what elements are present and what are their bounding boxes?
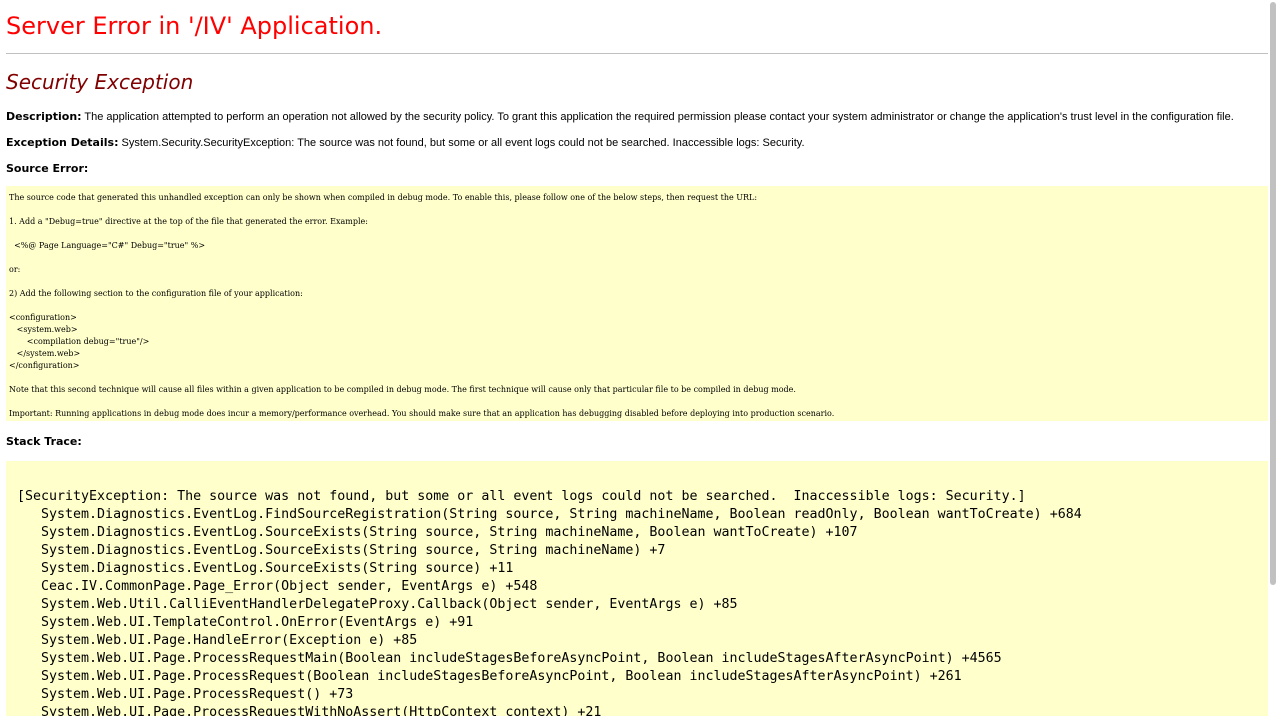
source-error-line: <configuration>	[9, 313, 77, 322]
stack-trace-line: System.Diagnostics.EventLog.SourceExists…	[17, 543, 666, 558]
page-title: Server Error in '/IV' Application.	[6, 12, 383, 40]
source-error-line: 2) Add the following section to the conf…	[9, 289, 303, 298]
source-error-line: </system.web>	[9, 349, 81, 358]
stack-trace-label: Stack Trace:	[6, 435, 82, 448]
stack-trace-line: System.Web.Util.CalliEventHandlerDelegat…	[17, 597, 738, 612]
source-error-line: <compilation debug="true"/>	[9, 337, 150, 346]
stack-trace-line: System.Web.UI.TemplateControl.OnError(Ev…	[17, 615, 474, 630]
stack-trace-line: System.Web.UI.Page.ProcessRequestMain(Bo…	[17, 651, 1002, 666]
stack-trace-line: System.Diagnostics.EventLog.SourceExists…	[17, 525, 858, 540]
description-label: Description:	[6, 110, 82, 123]
stack-trace-line: System.Web.UI.Page.ProcessRequest() +73	[17, 687, 354, 702]
source-error-line: Important: Running applications in debug…	[9, 409, 835, 418]
source-error-line: <system.web>	[9, 325, 78, 334]
stack-trace-line: System.Diagnostics.EventLog.SourceExists…	[17, 561, 514, 576]
stack-trace-line: System.Diagnostics.EventLog.FindSourceRe…	[17, 507, 1082, 522]
source-error-box: The source code that generated this unha…	[6, 186, 1268, 421]
error-page: Server Error in '/IV' Application. Secur…	[0, 0, 1268, 716]
stack-trace-box: [SecurityException: The source was not f…	[6, 461, 1268, 716]
stack-trace-line: System.Web.UI.Page.ProcessRequest(Boolea…	[17, 669, 962, 684]
stack-trace-line: System.Web.UI.Page.ProcessRequestWithNoA…	[17, 705, 602, 716]
source-error-line: The source code that generated this unha…	[9, 193, 758, 202]
source-error-line: 1. Add a "Debug=true" directive at the t…	[9, 217, 368, 226]
scrollbar-thumb[interactable]	[1270, 2, 1276, 585]
stack-trace-line: Ceac.IV.CommonPage.Page_Error(Object sen…	[17, 579, 538, 594]
source-error-line: </configuration>	[9, 361, 80, 370]
vertical-scrollbar[interactable]	[1268, 0, 1278, 716]
exception-details-label: Exception Details:	[6, 136, 119, 149]
source-error-line: or:	[9, 265, 21, 274]
source-error-line: <%@ Page Language="C#" Debug="true" %>	[9, 241, 206, 250]
title-divider	[6, 53, 1268, 54]
source-error-line: Note that this second technique will cau…	[9, 385, 796, 394]
stack-trace-line: [SecurityException: The source was not f…	[17, 489, 1026, 504]
exception-details-text: System.Security.SecurityException: The s…	[121, 137, 805, 149]
description-paragraph: Description: The application attempted t…	[6, 110, 1234, 123]
source-error-label: Source Error:	[6, 162, 89, 175]
description-text: The application attempted to perform an …	[84, 111, 1234, 123]
exception-type-heading: Security Exception	[6, 70, 194, 94]
stack-trace-line: System.Web.UI.Page.HandleError(Exception…	[17, 633, 418, 648]
exception-details-paragraph: Exception Details: System.Security.Secur…	[6, 136, 805, 149]
